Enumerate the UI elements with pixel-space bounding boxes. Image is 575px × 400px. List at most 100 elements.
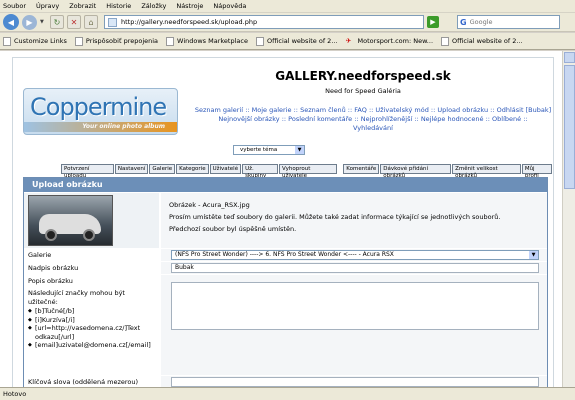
- back-button[interactable]: ◀: [3, 14, 19, 30]
- forward-button[interactable]: ▶: [22, 14, 37, 30]
- admin-kategorie[interactable]: Kategorie: [176, 164, 209, 174]
- nav-seznam-clenu[interactable]: Seznam členů: [300, 106, 346, 114]
- nav-nejprohlizenejsi[interactable]: Nejprohlíženější: [361, 115, 413, 123]
- page-icon: [74, 36, 83, 46]
- panel-title: Upload obrázku: [24, 178, 547, 192]
- search-input[interactable]: [469, 18, 550, 26]
- gallery-label: Galerie: [28, 251, 52, 259]
- formatting-intro: Následující značky mohou být užitečné:: [28, 289, 125, 306]
- favicon-icon: [108, 17, 117, 27]
- page-viewport: Coppermine Your online photo album GALLE…: [0, 51, 575, 387]
- gallery-page: Coppermine Your online photo album GALLE…: [12, 57, 554, 387]
- admin-uzivatele[interactable]: Uživatelé: [209, 164, 242, 174]
- upload-prompt: Prosím umístěte teď soubory do galerii. …: [169, 213, 501, 221]
- nav-moje-galerie[interactable]: Moje galerie: [252, 106, 292, 114]
- nav-oblibene[interactable]: Oblíbené: [492, 115, 521, 123]
- nav-posledni-komentare[interactable]: Poslední komentáře: [288, 115, 352, 123]
- nav-vyhledavani[interactable]: Vyhledávání: [353, 124, 393, 132]
- scroll-up-button[interactable]: [564, 52, 575, 63]
- bookmark-customize-links[interactable]: Customize Links: [3, 36, 67, 46]
- tag-bold: [b]Tučné[/b]: [28, 307, 153, 316]
- bookmark-official-1[interactable]: Official website of 2...: [255, 36, 338, 46]
- menu-bar: Soubor Úpravy Zobrazit Historie Záložky …: [0, 0, 575, 13]
- admin-nastaveni[interactable]: Nastavení: [114, 164, 149, 174]
- nav-nejnovejsi[interactable]: Nejnovější obrázky: [218, 115, 279, 123]
- admin-zmenit-velikost[interactable]: Změnit velikost obrázků: [452, 164, 521, 179]
- admin-komentare[interactable]: Komentáře: [343, 164, 380, 174]
- navigation-toolbar: ◀ ▶ ▼ ↻ ✕ ⌂ http://gallery.needforspeed.…: [0, 13, 575, 32]
- status-bar: Hotovo: [0, 387, 575, 400]
- menu-historie[interactable]: Historie: [106, 2, 131, 10]
- menu-napoveda[interactable]: Nápověda: [213, 2, 246, 10]
- vertical-scrollbar[interactable]: [562, 51, 575, 387]
- bookmark-windows-marketplace[interactable]: Windows Marketplace: [166, 36, 248, 46]
- gallery-select[interactable]: (NFS Pro Street Wonder) ----> 6. NFS Pro…: [171, 250, 539, 260]
- history-dropdown-icon[interactable]: ▼: [40, 19, 47, 25]
- wheel-shape: [45, 229, 57, 241]
- keywords-label: Klíčová slova (oddělená mezerou): [28, 378, 139, 386]
- nav-seznam-galerii[interactable]: Seznam galerií: [195, 106, 243, 114]
- upload-panel: Upload obrázku Obrázek - Acura_RSX.jpg P…: [23, 177, 548, 387]
- bookmark-prisposobit[interactable]: Prispôsobiť prepojenia: [74, 36, 158, 46]
- main-navigation: Seznam galerií :: Moje galerie :: Seznam…: [194, 106, 552, 132]
- page-icon: [166, 36, 175, 46]
- admin-skupiny[interactable]: Už. skupiny: [242, 164, 279, 179]
- stop-button[interactable]: ✕: [67, 15, 81, 29]
- nav-faq[interactable]: FAQ: [354, 106, 367, 114]
- uploaded-filename: Obrázek - Acura_RSX.jpg: [169, 201, 250, 209]
- menu-zobrazit[interactable]: Zobrazit: [69, 2, 96, 10]
- admin-davkove-pridani[interactable]: Dávkové přidání obrázků: [380, 164, 452, 179]
- page-icon: [255, 36, 264, 46]
- chevron-down-icon: ▼: [295, 146, 304, 154]
- nav-odhlasit[interactable]: Odhlásit [Bubak]: [497, 106, 551, 114]
- nav-nejlepe-hodnocene[interactable]: Nejlépe hodnocené: [421, 115, 484, 123]
- description-textarea[interactable]: [171, 282, 539, 330]
- title-label: Nadpis obrázku: [28, 264, 79, 272]
- tag-email: [email]uzivatel@domena.cz[/email]: [28, 341, 153, 350]
- admin-toolbar: Potvrzení uploadu Nastavení Galerie Kate…: [61, 164, 553, 179]
- bookmarks-toolbar: Customize Links Prispôsobiť prepojenia W…: [0, 33, 575, 50]
- bookmark-motorsport[interactable]: ✈ Motorsport.com: New...: [346, 37, 433, 45]
- theme-select[interactable]: vyberte téma ▼: [233, 145, 305, 155]
- title-input[interactable]: Bubak: [171, 263, 539, 273]
- admin-potvrzeni-uploadu[interactable]: Potvrzení uploadu: [61, 164, 114, 179]
- site-title: GALLERY.needforspeed.sk: [275, 69, 451, 83]
- reload-button[interactable]: ↻: [50, 15, 64, 29]
- title-row: Nadpis obrázku Bubak: [24, 262, 547, 274]
- home-button[interactable]: ⌂: [84, 15, 98, 29]
- previous-upload-status: Předchozí soubor byl úspěšně umístěn.: [169, 225, 297, 233]
- scroll-thumb[interactable]: [564, 65, 575, 189]
- uploaded-image-thumbnail[interactable]: [28, 195, 113, 246]
- menu-upravy[interactable]: Úpravy: [36, 2, 59, 10]
- chevron-down-icon: ▼: [529, 251, 538, 259]
- menu-nastroje[interactable]: Nástroje: [176, 2, 203, 10]
- admin-galerie[interactable]: Galerie: [149, 164, 176, 174]
- tag-italic: [i]Kurzíva[/i]: [28, 316, 153, 325]
- search-box[interactable]: G: [457, 15, 560, 29]
- url-bar[interactable]: http://gallery.needforspeed.sk/upload.ph…: [104, 15, 424, 29]
- bookmark-official-2[interactable]: Official website of 2...: [441, 36, 523, 46]
- admin-muj-profil[interactable]: Můj profil: [521, 164, 553, 179]
- logo-text: Coppermine: [30, 93, 167, 121]
- menu-zalozky[interactable]: Záložky: [141, 2, 166, 10]
- site-logo[interactable]: Coppermine Your online photo album: [23, 88, 178, 135]
- page-icon: [3, 36, 11, 46]
- keywords-input[interactable]: [171, 377, 539, 387]
- thumbnail-cell: [24, 193, 159, 248]
- upload-info: Obrázek - Acura_RSX.jpg Prosím umístěte …: [161, 193, 547, 248]
- admin-vyhoprout[interactable]: Vyhoprout uživatele: [279, 164, 338, 179]
- description-row: Popis obrázku Následující značky mohou b…: [24, 275, 547, 375]
- motorsport-icon: ✈: [345, 36, 352, 45]
- url-text: http://gallery.needforspeed.sk/upload.ph…: [121, 18, 258, 26]
- nav-upload-obrazku[interactable]: Upload obrázku: [437, 106, 488, 114]
- nav-uzivatelsky-mod[interactable]: Uživatelský mód: [375, 106, 428, 114]
- keywords-row: Klíčová slova (oddělená mezerou): [24, 376, 547, 387]
- formatting-help: Následující značky mohou být užitečné: […: [28, 289, 153, 350]
- menu-soubor[interactable]: Soubor: [3, 2, 26, 10]
- site-description: Need for Speed Galéria: [325, 87, 401, 95]
- go-button[interactable]: ▶: [427, 16, 439, 28]
- wheel-shape: [83, 229, 95, 241]
- description-label: Popis obrázku: [28, 277, 73, 285]
- tag-url: [url=http://vasedomena.cz/]Text odkazu[/…: [28, 324, 153, 341]
- logo-tagline: Your online photo album: [24, 122, 177, 132]
